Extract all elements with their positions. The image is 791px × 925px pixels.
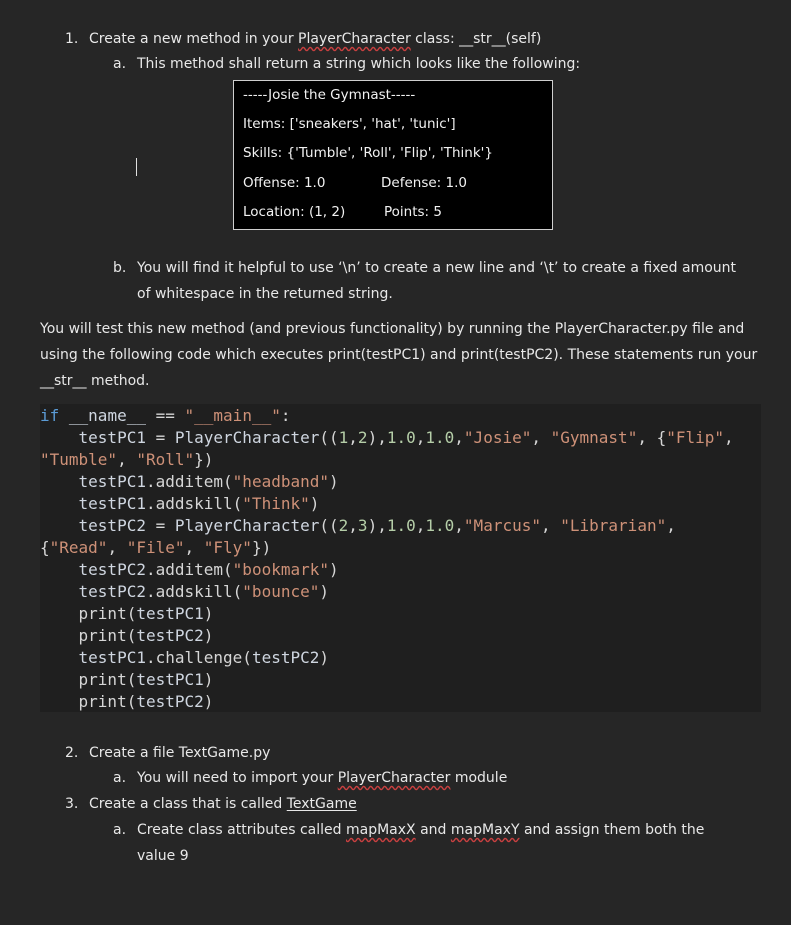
item-3a-letter: a. bbox=[113, 822, 127, 838]
item-1b-line2: of whitespace in the returned string. bbox=[137, 286, 393, 302]
code-block: if __name__ == "__main__": testPC1 = Pla… bbox=[40, 404, 761, 712]
class-name-textgame: TextGame bbox=[286, 796, 357, 812]
output-offense: Offense: 1.0 bbox=[243, 175, 326, 191]
output-items-line: Items: ['sneakers', 'hat', 'tunic'] bbox=[243, 116, 456, 132]
output-skills-line: Skills: {'Tumble', 'Roll', 'Flip', 'Thin… bbox=[243, 145, 493, 161]
item-1b-letter: b. bbox=[113, 260, 127, 276]
item-1a-text: This method shall return a string which … bbox=[137, 56, 581, 72]
item-3-text: Create a class that is called TextGame bbox=[89, 796, 357, 812]
module-name-playercharacter: PlayerCharacter bbox=[337, 770, 451, 786]
item-1b-line1: You will find it helpful to use ‘\n’ to … bbox=[137, 260, 737, 276]
item-1-text: Create a new method in your PlayerCharac… bbox=[89, 31, 542, 47]
sample-output-box: -----Josie the Gymnast----- Items: ['sne… bbox=[233, 80, 553, 230]
text-cursor bbox=[136, 158, 137, 176]
item-1a-letter: a. bbox=[113, 56, 127, 72]
attr-mapmaxx: mapMaxX bbox=[346, 822, 416, 838]
code-content: if __name__ == "__main__": testPC1 = Pla… bbox=[40, 406, 734, 711]
para-line-2: using the following code which executes … bbox=[40, 347, 758, 363]
class-name-playercharacter: PlayerCharacter bbox=[298, 31, 411, 47]
output-title-line: -----Josie the Gymnast----- bbox=[243, 87, 416, 103]
output-points: Points: 5 bbox=[384, 204, 442, 220]
item-1-number: 1. bbox=[65, 31, 79, 47]
para-line-1: You will test this new method (and previ… bbox=[40, 321, 745, 337]
item-2-number: 2. bbox=[65, 745, 79, 761]
item-2a-letter: a. bbox=[113, 770, 127, 786]
output-location: Location: (1, 2) bbox=[243, 204, 346, 220]
attr-mapmaxy: mapMaxY bbox=[450, 822, 520, 838]
item-2a-text: You will need to import your PlayerChara… bbox=[137, 770, 508, 786]
item-3-number: 3. bbox=[65, 796, 79, 812]
item-3a-line1: Create class attributes called mapMaxX a… bbox=[137, 822, 705, 838]
output-defense: Defense: 1.0 bbox=[381, 175, 467, 191]
item-3a-line2: value 9 bbox=[137, 848, 189, 864]
item-2-text: Create a file TextGame.py bbox=[89, 745, 271, 761]
para-line-3: __str__ method. bbox=[40, 373, 150, 389]
